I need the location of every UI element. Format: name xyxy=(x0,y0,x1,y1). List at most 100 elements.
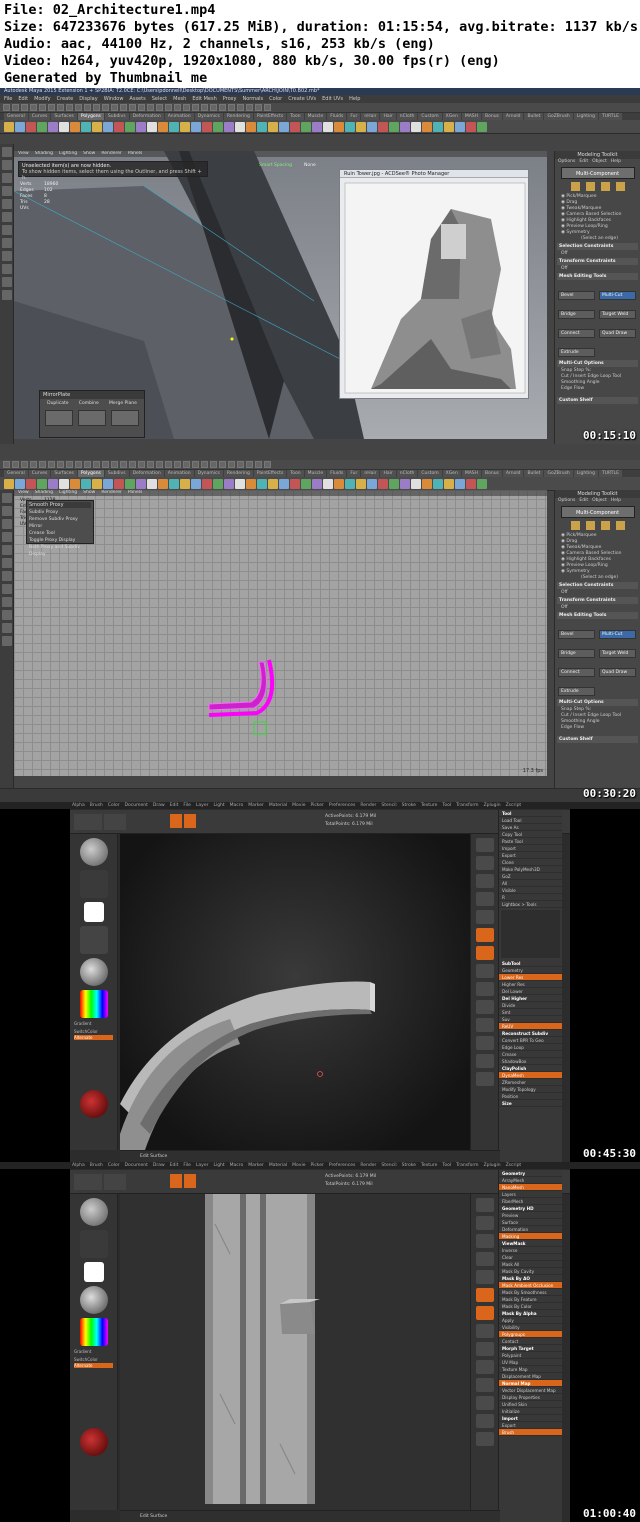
zbrush-shelf-button[interactable] xyxy=(475,910,494,924)
tool-button-bevel[interactable]: Bevel xyxy=(558,291,595,300)
shelf-tool-icon[interactable] xyxy=(279,479,289,489)
status-tool-icon[interactable] xyxy=(102,461,109,468)
shelf-tool-icon[interactable] xyxy=(444,479,454,489)
zbrush-menu-item[interactable]: Tool xyxy=(442,802,451,809)
tool-panel-item[interactable]: Initialize xyxy=(499,1408,562,1415)
component-mode-icon[interactable] xyxy=(600,521,610,530)
status-tool-icon[interactable] xyxy=(3,461,10,468)
shelf-tab[interactable]: TURTLE xyxy=(598,470,622,477)
status-tool-icon[interactable] xyxy=(183,461,190,468)
toolkit-option[interactable]: ◉ Symmetry xyxy=(557,230,638,235)
maya-timeline[interactable] xyxy=(0,788,640,802)
shelf-tab[interactable]: Bullet xyxy=(524,113,544,120)
zbrush-menu-item[interactable]: Layer xyxy=(196,802,209,809)
tool-panel-item[interactable]: Preview xyxy=(499,1212,562,1219)
constraint-value[interactable]: Off xyxy=(557,266,638,271)
zbrush-shelf-button[interactable] xyxy=(475,1288,494,1302)
shelf-tool-icon[interactable] xyxy=(92,479,102,489)
lightbox-button-4[interactable] xyxy=(104,1174,126,1190)
tool-panel-item[interactable]: Tool xyxy=(499,810,562,817)
status-tool-icon[interactable] xyxy=(66,461,73,468)
toolkit-option[interactable]: ◉ Highlight Backfaces xyxy=(557,557,638,562)
zbrush-shelf-button[interactable] xyxy=(475,1270,494,1284)
shelf-tab[interactable]: Fluids xyxy=(327,470,347,477)
toolbox-tool-icon[interactable] xyxy=(2,264,12,274)
shelf-tool-icon[interactable] xyxy=(191,479,201,489)
tool-button-connect[interactable]: Connect xyxy=(558,668,595,677)
tool-panel-item[interactable]: Deformation xyxy=(499,1226,562,1233)
menu-item[interactable]: Edit Mesh xyxy=(192,95,216,103)
zbrush-menu-item[interactable]: Tool xyxy=(442,1162,451,1169)
tool-panel-item[interactable]: Geometry HD xyxy=(499,1205,562,1212)
component-mode-icon[interactable] xyxy=(570,521,580,530)
mesh-editing-tools-header[interactable]: Mesh Editing Tools xyxy=(557,273,638,280)
zbrush-menu-item[interactable]: Light xyxy=(213,802,224,809)
menu-item[interactable]: Help xyxy=(349,95,360,103)
status-tool-icon[interactable] xyxy=(30,104,37,111)
tool-panel-item[interactable]: Brush xyxy=(499,1429,562,1436)
zbrush-menu-item[interactable]: Edit xyxy=(170,802,179,809)
zbrush-shelf-button[interactable] xyxy=(475,1342,494,1356)
tool-panel-item[interactable]: Copy Tool xyxy=(499,831,562,838)
shelf-tab[interactable]: Deformation xyxy=(129,113,164,120)
shelf-tab[interactable]: Lighting xyxy=(573,470,598,477)
shelf-tool-icon[interactable] xyxy=(367,479,377,489)
toolkit-option[interactable]: ◉ Pick/Marquee xyxy=(557,533,638,538)
tool-panel-item[interactable]: SubTool xyxy=(499,960,562,967)
toolkit-menu-item[interactable]: Edit xyxy=(579,498,588,503)
tool-panel-item[interactable]: Del Higher xyxy=(499,995,562,1002)
shelf-tool-icon[interactable] xyxy=(81,122,91,132)
alpha-icon[interactable] xyxy=(83,902,104,922)
tool-panel-item[interactable]: Mask By Smoothness xyxy=(499,1289,562,1296)
zbrush-menu-item[interactable]: Movie xyxy=(292,1162,305,1169)
zbrush-menu-item[interactable]: Marker xyxy=(248,802,264,809)
zbrush-menu-item[interactable]: Transform xyxy=(456,1162,478,1169)
tool-panel-item[interactable]: Clear xyxy=(499,1254,562,1261)
mirror-option[interactable]: Combine xyxy=(79,401,99,406)
zbrush-canvas-3[interactable] xyxy=(120,834,470,1150)
zbrush-menu-item[interactable]: Alpha xyxy=(72,1162,85,1169)
shelf-tool-icon[interactable] xyxy=(114,122,124,132)
material-icon[interactable] xyxy=(79,958,108,986)
tool-panel-item[interactable]: Mask By AO xyxy=(499,1275,562,1282)
zbrush-menu-item[interactable]: Macro xyxy=(230,802,244,809)
shelf-tool-icon[interactable] xyxy=(48,122,58,132)
draw-button-4[interactable] xyxy=(184,1174,196,1188)
status-tool-icon[interactable] xyxy=(192,104,199,111)
shelf-tool-icon[interactable] xyxy=(433,122,443,132)
shelf-tool-icon[interactable] xyxy=(37,479,47,489)
toolkit-option[interactable]: ◉ Camera Based Selection xyxy=(557,212,638,217)
status-tool-icon[interactable] xyxy=(111,461,118,468)
shelf-tab[interactable]: Deformation xyxy=(129,470,164,477)
shelf-tab[interactable]: Muscle xyxy=(304,470,327,477)
toolkit-menu-item[interactable]: Help xyxy=(611,498,621,503)
selection-constraints-header[interactable]: Selection Constraints xyxy=(557,582,638,589)
shelf-tab[interactable]: Fur xyxy=(347,470,361,477)
status-tool-icon[interactable] xyxy=(255,104,262,111)
tool-panel-item[interactable]: Del Lower xyxy=(499,988,562,995)
tool-panel-item[interactable]: Masking xyxy=(499,1233,562,1240)
shelf-tool-icon[interactable] xyxy=(202,122,212,132)
zbrush-shelf-button[interactable] xyxy=(475,1378,494,1392)
shelf-tool-icon[interactable] xyxy=(37,122,47,132)
shelf-tab[interactable]: Curves xyxy=(28,470,51,477)
stroke-icon-4[interactable] xyxy=(79,1230,108,1258)
status-tool-icon[interactable] xyxy=(138,461,145,468)
toolbox-tool-icon[interactable] xyxy=(2,636,12,646)
shelf-tab[interactable]: General xyxy=(4,470,28,477)
cut-edge-loop-option[interactable]: Cut / Insert Edge Loop Tool xyxy=(557,374,638,379)
toolkit-option[interactable]: ◉ Drag xyxy=(557,539,638,544)
shelf-tool-icon[interactable] xyxy=(136,122,146,132)
status-tool-icon[interactable] xyxy=(57,104,64,111)
shelf-tool-icon[interactable] xyxy=(15,479,25,489)
toolbox-tool-icon[interactable] xyxy=(2,545,12,555)
menu-item[interactable]: Modify xyxy=(34,95,51,103)
zbrush-shelf-button[interactable] xyxy=(475,1000,494,1014)
shelf-tab[interactable]: XGen xyxy=(442,470,461,477)
tool-panel-item[interactable]: Divide xyxy=(499,1002,562,1009)
selection-constraints-header[interactable]: Selection Constraints xyxy=(557,243,638,250)
status-tool-icon[interactable] xyxy=(246,461,253,468)
toolbox-tool-icon[interactable] xyxy=(2,584,12,594)
constraint-value[interactable]: Off xyxy=(557,251,638,256)
toolbox-tool-icon[interactable] xyxy=(2,597,12,607)
